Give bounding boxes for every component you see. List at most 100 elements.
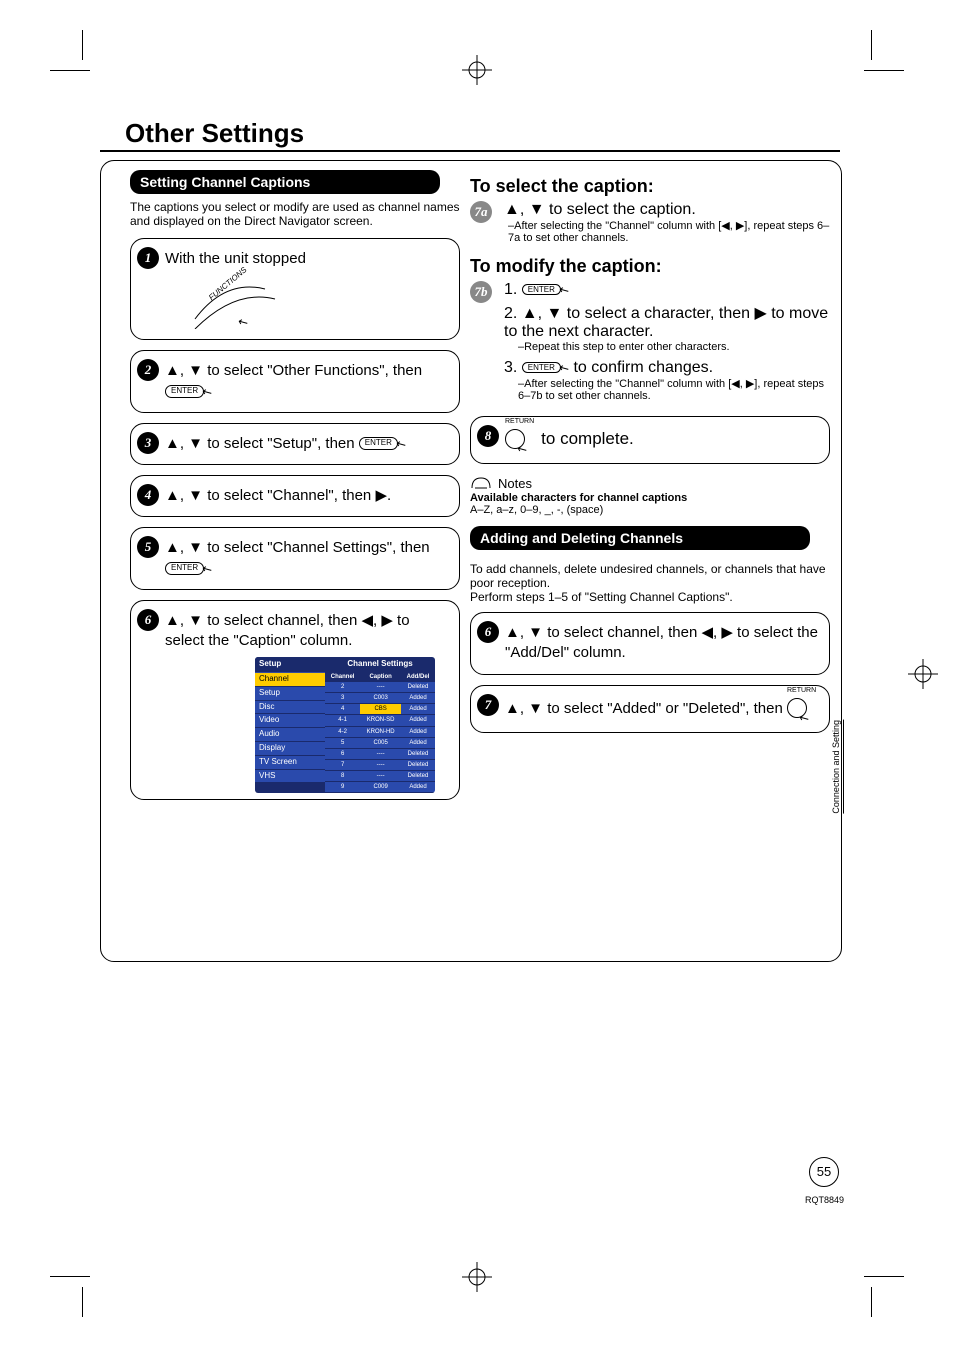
- step-4-text: ▲, ▼ to select "Channel", then ▶.: [165, 487, 391, 504]
- step-7b-1: 1. ENTER↖: [504, 281, 830, 299]
- table-row: 5C005Added: [325, 737, 435, 748]
- table-cell: Deleted: [401, 682, 435, 693]
- setup-menu-item: TV Screen: [255, 756, 325, 770]
- table-cell: Deleted: [401, 748, 435, 759]
- cursor-icon: ↖: [556, 359, 572, 376]
- add-del-intro2: Perform steps 1–5 of "Setting Channel Ca…: [470, 590, 830, 604]
- table-cell: 5: [325, 737, 360, 748]
- channel-settings-table: ChannelCaptionAdd/Del 2----Deleted3C003A…: [325, 672, 435, 793]
- setup-menu-item: Channel: [255, 673, 325, 687]
- setup-menu-item: Display: [255, 742, 325, 756]
- table-cell: 3: [325, 693, 360, 704]
- table-cell: KRON-HD: [360, 726, 401, 737]
- return-icon: RETURN ↖: [505, 427, 537, 453]
- table-cell: Deleted: [401, 759, 435, 770]
- table-header: Add/Del: [401, 672, 435, 682]
- step-7b-3-note: –After selecting the "Channel" column wi…: [518, 377, 830, 402]
- left-column: Setting Channel Captions The captions yo…: [130, 170, 460, 810]
- intro-text: The captions you select or modify are us…: [130, 200, 460, 228]
- step-number-icon: 6: [477, 621, 499, 643]
- title-rule: [100, 150, 840, 152]
- table-header: Channel: [325, 672, 360, 682]
- step-number-icon: 7a: [470, 201, 492, 223]
- select-caption-heading: To select the caption:: [470, 176, 830, 197]
- notes-chars: A–Z, a–z, 0–9, _, -, (space): [470, 504, 830, 516]
- table-row: 3C003Added: [325, 693, 435, 704]
- crop-mark: [871, 1287, 872, 1317]
- document-id: RQT8849: [805, 1195, 844, 1205]
- step-1-text: With the unit stopped: [165, 249, 449, 269]
- step-number-icon: 8: [477, 425, 499, 447]
- registration-mark-icon: [462, 55, 492, 85]
- setup-menu-item: Setup: [255, 687, 325, 701]
- return-icon: RETURN ↖: [787, 696, 819, 722]
- step-7b: 7b 1. ENTER↖ 2. ▲, ▼ to select a charact…: [470, 281, 830, 402]
- functions-button-icon: FUNCTIONS ↖: [185, 269, 285, 329]
- table-cell: 4-1: [325, 715, 360, 726]
- table-cell: 9: [325, 781, 360, 792]
- table-cell: Added: [401, 781, 435, 792]
- setup-menu-screenshot: Setup ChannelSetupDiscVideoAudioDisplayT…: [255, 657, 449, 793]
- table-cell: Added: [401, 693, 435, 704]
- step-8-text: to complete.: [541, 429, 634, 448]
- setup-menu-item: Video: [255, 714, 325, 728]
- setup-menu-item: Disc: [255, 701, 325, 715]
- page-number: 55: [809, 1157, 839, 1187]
- modify-caption-heading: To modify the caption:: [470, 256, 830, 277]
- step-number-icon: 2: [137, 359, 159, 381]
- cursor-icon: ↖: [556, 281, 572, 298]
- table-row: 6----Deleted: [325, 748, 435, 759]
- table-cell: CBS: [360, 704, 401, 715]
- step-7a-text: ▲, ▼ to select the caption.: [504, 201, 830, 219]
- table-cell: ----: [360, 748, 401, 759]
- table-cell: Added: [401, 737, 435, 748]
- step-6: 6 ▲, ▼ to select channel, then ◀, ▶ to s…: [130, 600, 460, 800]
- add-step-7: 7 ▲, ▼ to select "Added" or "Deleted", t…: [470, 685, 830, 733]
- setup-menu-header: Setup: [255, 657, 325, 673]
- table-cell: Deleted: [401, 770, 435, 781]
- table-row: 7----Deleted: [325, 759, 435, 770]
- step-2: 2 ▲, ▼ to select "Other Functions", then…: [130, 350, 460, 413]
- table-cell: 8: [325, 770, 360, 781]
- note-icon: [470, 474, 492, 492]
- table-row: 8----Deleted: [325, 770, 435, 781]
- table-cell: Added: [401, 726, 435, 737]
- step-7b-2-note: –Repeat this step to enter other charact…: [518, 341, 830, 353]
- table-cell: 7: [325, 759, 360, 770]
- step-7a: 7a ▲, ▼ to select the caption. –After se…: [470, 201, 830, 244]
- table-cell: 2: [325, 682, 360, 693]
- step-number-icon: 3: [137, 432, 159, 454]
- cursor-icon: ↖: [199, 382, 216, 401]
- add-step-7-text: ▲, ▼ to select "Added" or "Deleted", the…: [505, 699, 787, 716]
- step-number-icon: 1: [137, 247, 159, 269]
- crop-mark: [82, 1287, 83, 1317]
- step-number-icon: 5: [137, 536, 159, 558]
- crop-mark: [864, 1276, 904, 1277]
- table-cell: ----: [360, 770, 401, 781]
- table-row: 4CBSAdded: [325, 704, 435, 715]
- add-del-intro1: To add channels, delete undesired channe…: [470, 562, 830, 590]
- registration-mark-icon: [462, 1262, 492, 1292]
- table-cell: C009: [360, 781, 401, 792]
- table-cell: ----: [360, 759, 401, 770]
- step-6-text: ▲, ▼ to select channel, then ◀, ▶ to sel…: [165, 612, 410, 649]
- add-step-6-text: ▲, ▼ to select channel, then ◀, ▶ to sel…: [505, 624, 818, 661]
- add-step-6: 6 ▲, ▼ to select channel, then ◀, ▶ to s…: [470, 612, 830, 675]
- table-cell: KRON-SD: [360, 715, 401, 726]
- step-5-text: ▲, ▼ to select "Channel Settings", then: [165, 539, 430, 556]
- table-cell: 4-2: [325, 726, 360, 737]
- step-7b-2: 2. ▲, ▼ to select a character, then ▶ to…: [504, 303, 830, 341]
- cursor-icon: ↖: [199, 559, 216, 578]
- table-cell: C003: [360, 693, 401, 704]
- crop-mark: [864, 70, 904, 71]
- step-number-icon: 4: [137, 484, 159, 506]
- table-row: 2----Deleted: [325, 682, 435, 693]
- table-row: 4-1KRON-SDAdded: [325, 715, 435, 726]
- step-3: 3 ▲, ▼ to select "Setup", then ENTER↖: [130, 423, 460, 465]
- cursor-icon: ↖: [393, 434, 410, 453]
- table-cell: 4: [325, 704, 360, 715]
- crop-mark: [50, 1276, 90, 1277]
- section-header-captions: Setting Channel Captions: [130, 170, 440, 194]
- step-1: 1 With the unit stopped FUNCTIONS ↖: [130, 238, 460, 340]
- table-row: 4-2KRON-HDAdded: [325, 726, 435, 737]
